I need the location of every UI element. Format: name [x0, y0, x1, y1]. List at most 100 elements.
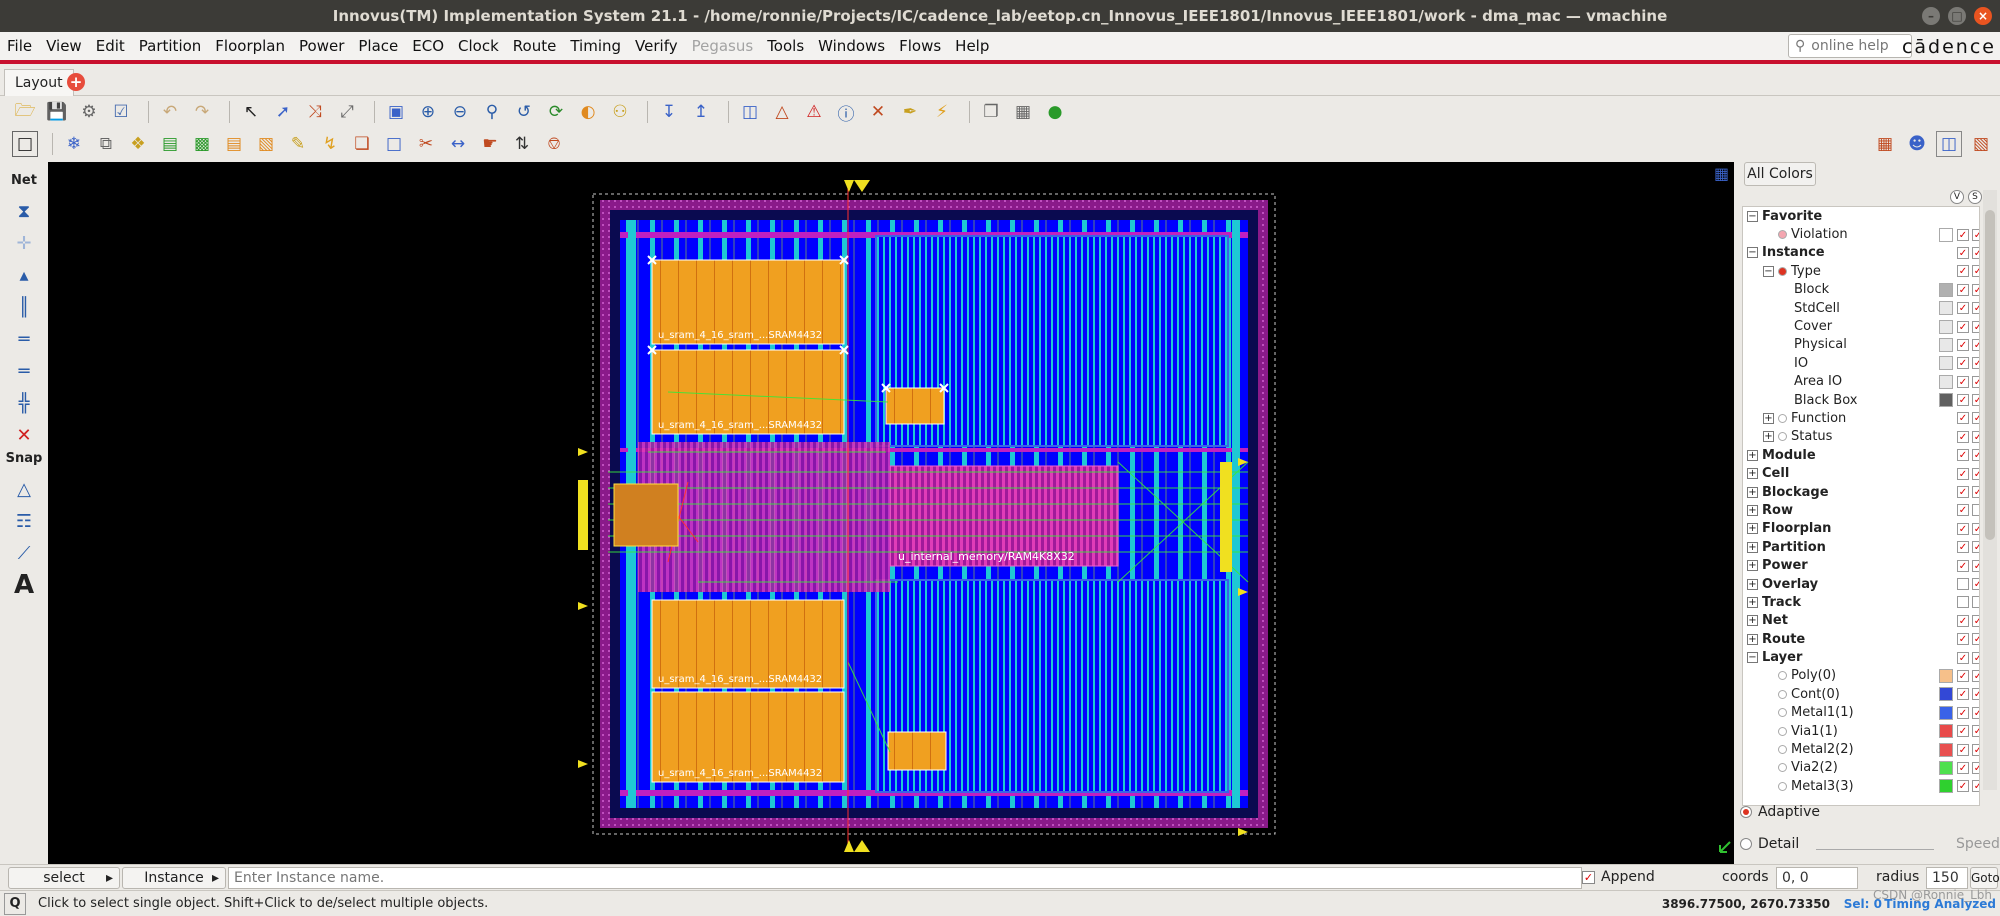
color-swatch[interactable] [1939, 337, 1953, 352]
expand-toggle-icon[interactable]: + [1763, 431, 1774, 443]
tree-row-cover[interactable]: Cover ✓✓ [1743, 317, 1979, 335]
color-swatch[interactable] [1939, 227, 1953, 242]
visible-checkbox[interactable]: ✓ [1957, 669, 1969, 682]
selectable-checkbox[interactable]: ✓ [1972, 725, 1979, 738]
tab-layout[interactable]: Layout [4, 69, 74, 96]
ruler-icon[interactable]: ✒ [897, 99, 923, 125]
selectable-checkbox[interactable]: ✓ [1972, 780, 1979, 793]
tree-row-metal1-1[interactable]: Metal1(1) ✓✓ [1743, 704, 1979, 722]
undo-icon[interactable]: ↶ [157, 99, 183, 125]
visibility-dot-icon[interactable] [1778, 266, 1787, 276]
menu-place[interactable]: Place [351, 37, 405, 55]
select-mode-button[interactable]: select ▸ [8, 867, 120, 889]
color-swatch[interactable] [1939, 393, 1953, 408]
selectable-checkbox[interactable]: ✓ [1972, 614, 1979, 627]
add-via-icon[interactable]: ✛ [0, 227, 48, 259]
zoom-fit-icon[interactable]: ⚲ [479, 99, 505, 125]
visibility-dot-icon[interactable] [1778, 230, 1787, 240]
visible-checkbox[interactable]: ✓ [1957, 394, 1969, 407]
selectable-checkbox[interactable]: ✓ [1972, 357, 1979, 370]
ruler-line-icon[interactable]: ⟋ [0, 537, 48, 569]
selectable-checkbox[interactable]: ✓ [1972, 743, 1979, 756]
snap-label[interactable]: Snap [0, 451, 48, 473]
tree-row-overlay[interactable]: + Overlay ✓ [1743, 575, 1979, 593]
selectable-checkbox[interactable]: ✓ [1972, 688, 1979, 701]
menu-view[interactable]: View [39, 37, 89, 55]
wire-icon[interactable]: ❖ [125, 131, 151, 157]
selectable-checkbox[interactable]: ✓ [1972, 375, 1979, 388]
visible-checkbox[interactable]: ✓ [1957, 614, 1969, 627]
visible-checkbox[interactable] [1957, 596, 1969, 609]
expand-toggle-icon[interactable]: + [1747, 596, 1758, 608]
chart-icon[interactable]: ▤ [157, 131, 183, 157]
move-pointer-icon[interactable]: ➚ [270, 99, 296, 125]
warning-icon[interactable]: ⚠ [801, 99, 827, 125]
expand-toggle-icon[interactable]: + [1747, 541, 1758, 553]
visibility-dot-icon[interactable] [1778, 432, 1787, 442]
expand-toggle-icon[interactable]: + [1747, 486, 1758, 498]
info-icon[interactable]: ⓘ [833, 99, 859, 125]
selectable-checkbox[interactable]: ✓ [1972, 338, 1979, 351]
refresh-icon[interactable]: ⟳ [543, 99, 569, 125]
redraw-icon[interactable]: ◐ [575, 99, 601, 125]
tree-row-partition[interactable]: + Partition ✓✓ [1743, 538, 1979, 556]
selectable-checkbox[interactable]: ✓ [1972, 633, 1979, 646]
flip-icon[interactable]: ⤢ [334, 99, 360, 125]
align-icon[interactable]: ↔ [445, 131, 471, 157]
visible-checkbox[interactable]: ✓ [1957, 449, 1969, 462]
menu-floorplan[interactable]: Floorplan [208, 37, 292, 55]
tree-row-instance[interactable]: −Instance ✓✓ [1743, 244, 1979, 262]
speed-slider[interactable] [1816, 838, 1934, 850]
menu-eco[interactable]: ECO [405, 37, 451, 55]
expand-toggle-icon[interactable]: + [1747, 468, 1758, 480]
selectable-checkbox[interactable]: ✓ [1972, 228, 1979, 241]
selectable-checkbox[interactable]: ✓ [1972, 302, 1979, 315]
visible-checkbox[interactable]: ✓ [1957, 504, 1969, 517]
canvas-resize-icon[interactable] [1719, 841, 1731, 853]
visible-checkbox[interactable]: ✓ [1957, 265, 1969, 278]
radius-input[interactable]: 150 [1926, 867, 1968, 889]
stretch-icon[interactable]: □ [381, 131, 407, 157]
cells-lock-icon[interactable]: ▧ [253, 131, 279, 157]
selectable-checkbox[interactable]: ✓ [1972, 578, 1979, 590]
selectable-checkbox[interactable]: ✓ [1972, 467, 1979, 480]
visible-checkbox[interactable]: ✓ [1957, 688, 1969, 701]
adaptive-radio[interactable] [1740, 806, 1752, 818]
visibility-dot-icon[interactable] [1778, 781, 1787, 791]
cell-edit-icon[interactable]: ✎ [285, 131, 311, 157]
color-swatch[interactable] [1939, 282, 1953, 297]
expand-toggle-icon[interactable]: + [1747, 523, 1758, 535]
tree-row-blockage[interactable]: + Blockage ✓✓ [1743, 483, 1979, 501]
copy-window-icon[interactable]: ❐ [978, 99, 1004, 125]
hierarchy-down-icon[interactable]: ↧ [656, 99, 682, 125]
visible-column-toggle[interactable]: V [1950, 190, 1964, 204]
color-swatch[interactable] [1939, 356, 1953, 371]
zoom-box-icon[interactable]: ▣ [383, 99, 409, 125]
color-swatch[interactable] [1939, 760, 1953, 775]
visibility-dot-icon[interactable] [1778, 708, 1787, 718]
tree-row-metal2-2[interactable]: Metal2(2) ✓✓ [1743, 740, 1979, 758]
tree-row-via1-1[interactable]: Via1(1) ✓✓ [1743, 722, 1979, 740]
minimize-button[interactable]: – [1922, 7, 1940, 25]
cut-icon[interactable]: ✂ [413, 131, 439, 157]
all-colors-button[interactable]: All Colors [1744, 162, 1816, 186]
goto-button[interactable]: Goto [1970, 867, 2000, 889]
net-label[interactable]: Net [0, 173, 48, 195]
selectable-checkbox[interactable]: ✓ [1972, 449, 1979, 462]
visible-checkbox[interactable]: ✓ [1957, 651, 1969, 664]
panel-toggle-icon[interactable]: ▧ [1968, 131, 1994, 157]
add-tab-button[interactable]: + [67, 73, 85, 91]
tree-row-physical[interactable]: Physical ✓✓ [1743, 336, 1979, 354]
visible-checkbox[interactable]: ✓ [1957, 559, 1969, 572]
tree-row-cont-0[interactable]: Cont(0) ✓✓ [1743, 685, 1979, 703]
expand-toggle-icon[interactable]: + [1747, 560, 1758, 572]
tree-row-poly-0[interactable]: Poly(0) ✓✓ [1743, 667, 1979, 685]
color-swatch[interactable] [1939, 374, 1953, 389]
column-view-icon[interactable]: ◫ [1936, 131, 1962, 157]
visible-checkbox[interactable]: ✓ [1957, 467, 1969, 480]
find-icon[interactable]: ⚇ [607, 99, 633, 125]
visible-checkbox[interactable]: ✓ [1957, 522, 1969, 535]
visible-checkbox[interactable]: ✓ [1957, 320, 1969, 333]
selectable-checkbox[interactable]: ✓ [1972, 559, 1979, 572]
expand-toggle-icon[interactable]: + [1763, 412, 1774, 424]
